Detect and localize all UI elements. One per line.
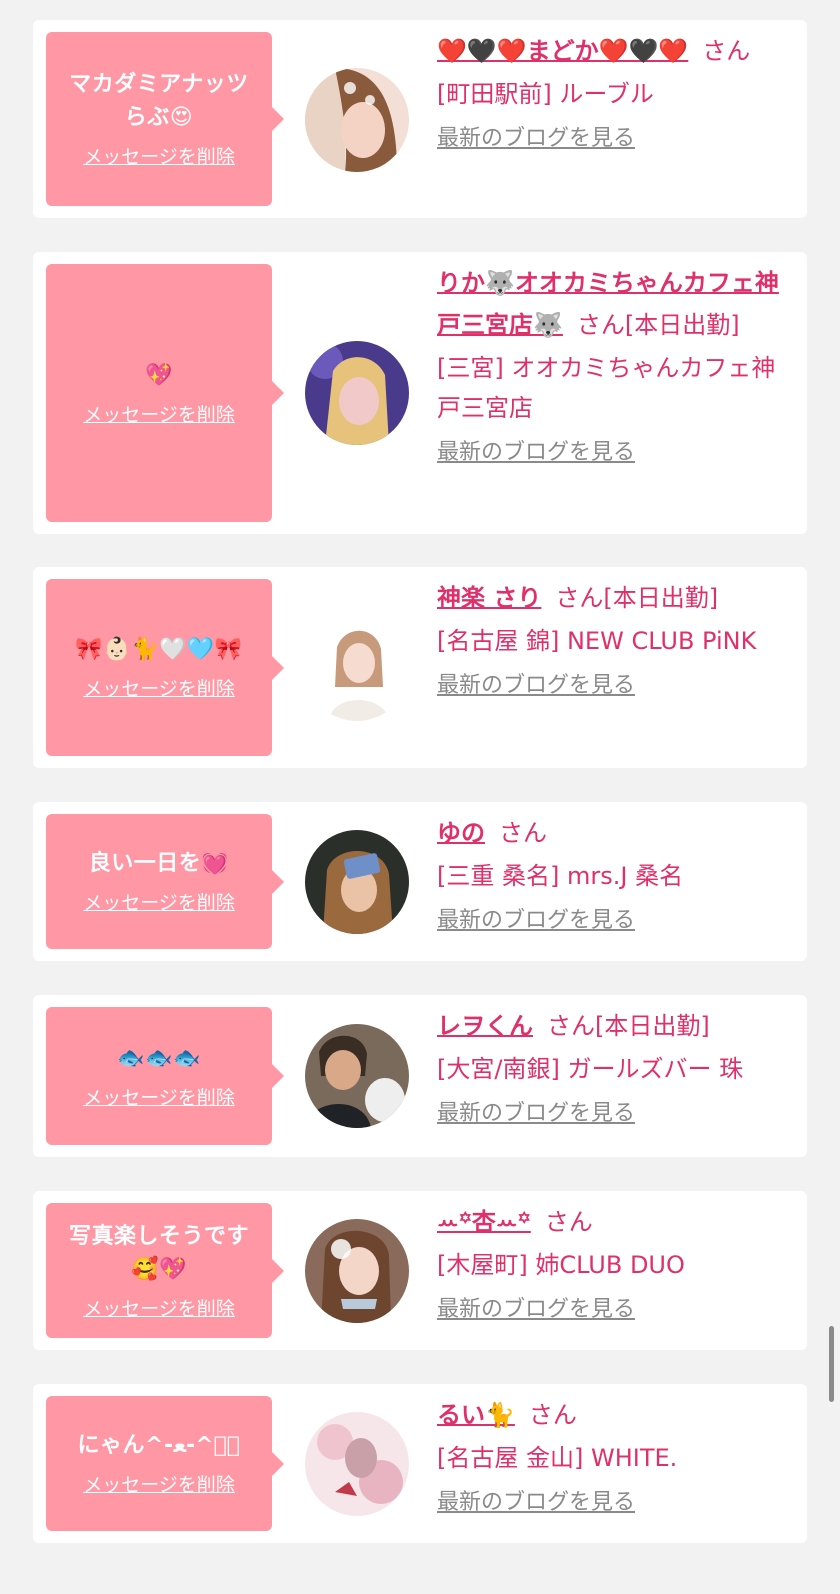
cast-name-link[interactable]: るい🐈 bbox=[437, 1401, 515, 1429]
store-info: [木屋町] 姉CLUB DUO bbox=[437, 1251, 685, 1279]
latest-blog-link[interactable]: 最新のブログを見る bbox=[437, 124, 795, 154]
message-bubble: 💖 メッセージを削除 bbox=[46, 264, 284, 522]
latest-blog-link[interactable]: 最新のブログを見る bbox=[437, 1295, 795, 1325]
cast-name-link[interactable]: レヲくん bbox=[437, 1012, 533, 1040]
avatar[interactable] bbox=[305, 1024, 409, 1128]
store-info: [名古屋 金山] WHITE. bbox=[437, 1444, 678, 1472]
avatar[interactable] bbox=[305, 830, 409, 934]
store-info: [三宮] オオカミちゃんカフェ神戸三宮店 bbox=[437, 354, 776, 422]
store-info: [大宮/南銀] ガールズバー 珠 bbox=[437, 1055, 744, 1083]
delete-message-link[interactable]: メッセージを削除 bbox=[83, 890, 235, 916]
message-text: 🎀👶🏻🐈🤍🩵🎀 bbox=[75, 637, 243, 662]
latest-blog-link[interactable]: 最新のブログを見る bbox=[437, 671, 795, 701]
latest-blog-link[interactable]: 最新のブログを見る bbox=[437, 438, 795, 468]
cast-name-link[interactable]: 神楽 さり bbox=[437, 584, 541, 612]
avatar-photo bbox=[305, 1412, 409, 1516]
cast-info: 神楽 さり さん[本日出勤] [名古屋 錦] NEW CLUB PiNK 最新のブ… bbox=[437, 577, 795, 701]
delete-message-link[interactable]: メッセージを削除 bbox=[83, 1085, 235, 1111]
message-bubble: 写真楽しそうです 🥰💖 メッセージを削除 bbox=[46, 1203, 284, 1338]
avatar-photo bbox=[305, 1024, 409, 1128]
delete-message-link[interactable]: メッセージを削除 bbox=[83, 1472, 235, 1498]
message-text: 💖 bbox=[145, 362, 173, 388]
cast-info: ꕀ꙳杏ꕀ꙳ さん [木屋町] 姉CLUB DUO 最新のブログを見る bbox=[437, 1201, 795, 1325]
avatar[interactable] bbox=[305, 68, 409, 172]
list-item: 🎀👶🏻🐈🤍🩵🎀 メッセージを削除 神楽 さり さん[本日出勤] [名古屋 錦] N… bbox=[33, 567, 807, 768]
message-text: マカダミアナッツ らぶ😍 bbox=[69, 72, 249, 130]
delete-message-link[interactable]: メッセージを削除 bbox=[83, 1296, 235, 1322]
avatar-photo bbox=[305, 68, 409, 172]
cast-info: レヲくん さん[本日出勤] [大宮/南銀] ガールズバー 珠 最新のブログを見る bbox=[437, 1005, 795, 1129]
avatar[interactable] bbox=[305, 1219, 409, 1323]
list-item: 良い一日を💓 メッセージを削除 ゆの さん [三重 桑名] mrs.J 桑名 最新… bbox=[33, 802, 807, 961]
latest-blog-link[interactable]: 最新のブログを見る bbox=[437, 906, 795, 936]
honorific: さん bbox=[499, 819, 547, 847]
message-text: 良い一日を💓 bbox=[88, 851, 230, 876]
list-item: にゃん^-ﻌ-^ฅ゙ メッセージを削除 るい🐈 さん [名古屋 金山] WHITE… bbox=[33, 1384, 807, 1543]
list-item: マカダミアナッツ らぶ😍 メッセージを削除 ❤️🖤❤️まどか❤️🖤❤️ さん [町… bbox=[33, 20, 807, 218]
honorific: さん[本日出勤] bbox=[555, 584, 719, 612]
honorific: さん[本日出勤] bbox=[547, 1012, 710, 1040]
store-info: [名古屋 錦] NEW CLUB PiNK bbox=[437, 627, 757, 655]
avatar[interactable] bbox=[305, 617, 409, 721]
delete-message-link[interactable]: メッセージを削除 bbox=[83, 676, 235, 702]
cast-info: ゆの さん [三重 桑名] mrs.J 桑名 最新のブログを見る bbox=[437, 812, 795, 936]
message-text: 🐟🐟🐟 bbox=[117, 1045, 201, 1071]
avatar-photo bbox=[305, 617, 409, 721]
message-bubble: 🐟🐟🐟 メッセージを削除 bbox=[46, 1007, 284, 1145]
cast-name-link[interactable]: ❤️🖤❤️まどか❤️🖤❤️ bbox=[437, 37, 688, 65]
message-bubble: 🎀👶🏻🐈🤍🩵🎀 メッセージを削除 bbox=[46, 579, 284, 756]
list-item: 写真楽しそうです 🥰💖 メッセージを削除 ꕀ꙳杏ꕀ꙳ さん [木屋町] 姉CLUB… bbox=[33, 1191, 807, 1350]
cast-info: るい🐈 さん [名古屋 金山] WHITE. 最新のブログを見る bbox=[437, 1394, 795, 1518]
latest-blog-link[interactable]: 最新のブログを見る bbox=[437, 1099, 795, 1129]
message-text: 写真楽しそうです 🥰💖 bbox=[68, 1223, 249, 1282]
scrollbar[interactable] bbox=[829, 1326, 834, 1402]
honorific: さん[本日出勤] bbox=[576, 311, 740, 339]
avatar[interactable] bbox=[305, 1412, 409, 1516]
message-bubble: 良い一日を💓 メッセージを削除 bbox=[46, 814, 284, 949]
delete-message-link[interactable]: メッセージを削除 bbox=[83, 402, 235, 428]
avatar-photo bbox=[305, 341, 409, 445]
cast-name-link[interactable]: ゆの bbox=[437, 819, 485, 847]
cast-name-link[interactable]: ꕀ꙳杏ꕀ꙳ bbox=[437, 1208, 531, 1236]
latest-blog-link[interactable]: 最新のブログを見る bbox=[437, 1488, 795, 1518]
message-bubble: マカダミアナッツ らぶ😍 メッセージを削除 bbox=[46, 32, 284, 206]
message-bubble: にゃん^-ﻌ-^ฅ゙ メッセージを削除 bbox=[46, 1396, 284, 1531]
avatar[interactable] bbox=[305, 341, 409, 445]
delete-message-link[interactable]: メッセージを削除 bbox=[83, 144, 235, 170]
cast-info: りか🐺オオカミちゃんカフェ神戸三宮店🐺 さん[本日出勤] [三宮] オオカミちゃん… bbox=[437, 262, 795, 468]
honorific: さん bbox=[702, 37, 751, 65]
honorific: さん bbox=[528, 1401, 577, 1429]
avatar-photo bbox=[305, 1219, 409, 1323]
avatar-photo bbox=[305, 830, 409, 934]
list-item: 💖 メッセージを削除 りか🐺オオカミちゃんカフェ神戸三宮店🐺 さん[本日出勤] [… bbox=[33, 252, 807, 534]
message-text: にゃん^-ﻌ-^ฅ゙ bbox=[77, 1433, 241, 1458]
honorific: さん bbox=[544, 1208, 593, 1236]
store-info: [町田駅前] ルーブル bbox=[437, 80, 654, 108]
cast-info: ❤️🖤❤️まどか❤️🖤❤️ さん [町田駅前] ルーブル 最新のブログを見る bbox=[437, 30, 795, 154]
store-info: [三重 桑名] mrs.J 桑名 bbox=[437, 862, 684, 890]
list-item: 🐟🐟🐟 メッセージを削除 レヲくん さん[本日出勤] [大宮/南銀] ガールズバー… bbox=[33, 995, 807, 1157]
